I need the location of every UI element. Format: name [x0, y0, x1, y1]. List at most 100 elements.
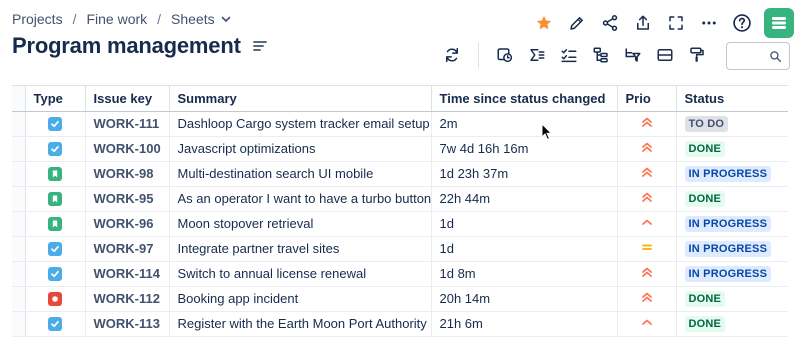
- priority-cell[interactable]: [617, 286, 677, 312]
- status-cell[interactable]: IN PROGRESS: [676, 161, 788, 187]
- row-gutter[interactable]: [12, 136, 26, 162]
- priority-cell[interactable]: [617, 236, 677, 262]
- type-cell[interactable]: [25, 161, 86, 187]
- refresh-button[interactable]: [436, 42, 468, 68]
- summary-cell[interactable]: Dashloop Cargo system tracker email setu…: [169, 111, 432, 137]
- time-since-status-cell[interactable]: 1d 8m: [431, 261, 618, 287]
- share-button[interactable]: [594, 10, 626, 36]
- status-cell[interactable]: DONE: [676, 186, 788, 212]
- table-row[interactable]: WORK-111 Dashloop Cargo system tracker em…: [12, 111, 788, 137]
- priority-cell[interactable]: [617, 111, 677, 137]
- table-row[interactable]: WORK-95 As an operator I want to have a t…: [12, 186, 788, 212]
- issue-key-cell[interactable]: WORK-96: [85, 211, 170, 237]
- table-row[interactable]: WORK-96 Moon stopover retrieval 1d IN PROGR…: [12, 211, 788, 237]
- star-button[interactable]: [528, 10, 560, 36]
- chevron-down-icon[interactable]: [221, 14, 231, 24]
- type-cell[interactable]: [25, 211, 86, 237]
- time-since-status-cell[interactable]: 22h 44m: [431, 186, 618, 212]
- summary-cell[interactable]: Javascript optimizations: [169, 136, 432, 162]
- priority-cell[interactable]: [617, 261, 677, 287]
- app-logo[interactable]: [764, 8, 794, 38]
- priority-cell[interactable]: [617, 186, 677, 212]
- column-header-summary[interactable]: Summary: [169, 86, 432, 112]
- more-button[interactable]: [693, 10, 725, 36]
- issue-key-cell[interactable]: WORK-100: [85, 136, 170, 162]
- search-input[interactable]: [726, 42, 790, 70]
- issue-key-cell[interactable]: WORK-111: [85, 111, 170, 137]
- title-menu-icon[interactable]: [252, 39, 267, 53]
- issue-key-cell[interactable]: WORK-112: [85, 286, 170, 312]
- row-height-button[interactable]: [649, 42, 681, 68]
- help-button[interactable]: [726, 10, 758, 36]
- time-since-status-cell[interactable]: 21h 6m: [431, 311, 618, 337]
- row-gutter[interactable]: [12, 211, 26, 237]
- status-cell[interactable]: TO DO: [676, 111, 788, 137]
- issue-key-cell[interactable]: WORK-113: [85, 311, 170, 337]
- time-since-status-cell[interactable]: 1d 23h 37m: [431, 161, 618, 187]
- priority-cell[interactable]: [617, 136, 677, 162]
- summary-cell[interactable]: Integrate partner travel sites: [169, 236, 432, 262]
- priority-cell[interactable]: [617, 211, 677, 237]
- type-cell[interactable]: [25, 136, 86, 162]
- format-painter-button[interactable]: [681, 42, 713, 68]
- type-cell[interactable]: [25, 311, 86, 337]
- summary-cell[interactable]: Moon stopover retrieval: [169, 211, 432, 237]
- row-gutter[interactable]: [12, 311, 26, 337]
- row-gutter[interactable]: [12, 111, 26, 137]
- breadcrumb-projects[interactable]: Projects: [12, 11, 63, 27]
- time-since-status-cell[interactable]: 2m: [431, 111, 618, 137]
- table-row[interactable]: WORK-113 Register with the Earth Moon Por…: [12, 311, 788, 337]
- fullscreen-button[interactable]: [660, 10, 692, 36]
- table-row[interactable]: WORK-100 Javascript optimizations 7w 4d 16…: [12, 136, 788, 162]
- row-gutter[interactable]: [12, 186, 26, 212]
- sum-button[interactable]: [521, 42, 553, 68]
- type-cell[interactable]: [25, 236, 86, 262]
- time-since-status-cell[interactable]: 1d: [431, 211, 618, 237]
- status-cell[interactable]: DONE: [676, 311, 788, 337]
- table-row[interactable]: WORK-112 Booking app incident 20h 14m DONE: [12, 286, 788, 312]
- priority-cell[interactable]: [617, 311, 677, 337]
- time-since-status-cell[interactable]: 1d: [431, 236, 618, 262]
- row-gutter[interactable]: [12, 286, 26, 312]
- column-header-status[interactable]: Status: [676, 86, 788, 112]
- table-row[interactable]: WORK-114 Switch to annual license renewal…: [12, 261, 788, 287]
- table-row[interactable]: WORK-97 Integrate partner travel sites 1d I…: [12, 236, 788, 262]
- issue-key-cell[interactable]: WORK-95: [85, 186, 170, 212]
- summary-cell[interactable]: Multi-destination search UI mobile: [169, 161, 432, 187]
- priority-cell[interactable]: [617, 161, 677, 187]
- column-header-prio[interactable]: Prio: [617, 86, 677, 112]
- history-button[interactable]: [489, 42, 521, 68]
- type-cell[interactable]: [25, 261, 86, 287]
- time-since-status-cell[interactable]: 20h 14m: [431, 286, 618, 312]
- hierarchy-button[interactable]: [585, 42, 617, 68]
- table-row[interactable]: WORK-98 Multi-destination search UI mobil…: [12, 161, 788, 187]
- issue-key-cell[interactable]: WORK-98: [85, 161, 170, 187]
- time-since-status-cell[interactable]: 7w 4d 16h 16m: [431, 136, 618, 162]
- column-header-issue-key[interactable]: Issue key: [85, 86, 170, 112]
- row-gutter[interactable]: [12, 236, 26, 262]
- checklist-button[interactable]: [553, 42, 585, 68]
- breadcrumb-fine-work[interactable]: Fine work: [86, 11, 147, 27]
- edit-button[interactable]: [561, 10, 593, 36]
- summary-cell[interactable]: Switch to annual license renewal: [169, 261, 432, 287]
- issue-key-cell[interactable]: WORK-97: [85, 236, 170, 262]
- type-cell[interactable]: [25, 186, 86, 212]
- row-gutter[interactable]: [12, 261, 26, 287]
- summary-cell[interactable]: Booking app incident: [169, 286, 432, 312]
- filter-button[interactable]: [617, 42, 649, 68]
- summary-cell[interactable]: Register with the Earth Moon Port Author…: [169, 311, 432, 337]
- column-header-type[interactable]: Type: [25, 86, 86, 112]
- status-cell[interactable]: IN PROGRESS: [676, 261, 788, 287]
- issue-key-cell[interactable]: WORK-114: [85, 261, 170, 287]
- row-gutter[interactable]: [12, 161, 26, 187]
- status-cell[interactable]: DONE: [676, 136, 788, 162]
- export-button[interactable]: [627, 10, 659, 36]
- status-cell[interactable]: IN PROGRESS: [676, 211, 788, 237]
- type-cell[interactable]: [25, 111, 86, 137]
- status-cell[interactable]: DONE: [676, 286, 788, 312]
- summary-cell[interactable]: As an operator I want to have a turbo bu…: [169, 186, 432, 212]
- type-cell[interactable]: [25, 286, 86, 312]
- status-cell[interactable]: IN PROGRESS: [676, 236, 788, 262]
- breadcrumb-sheets[interactable]: Sheets: [171, 11, 215, 27]
- column-header-time-since-status[interactable]: Time since status changed: [431, 86, 618, 112]
